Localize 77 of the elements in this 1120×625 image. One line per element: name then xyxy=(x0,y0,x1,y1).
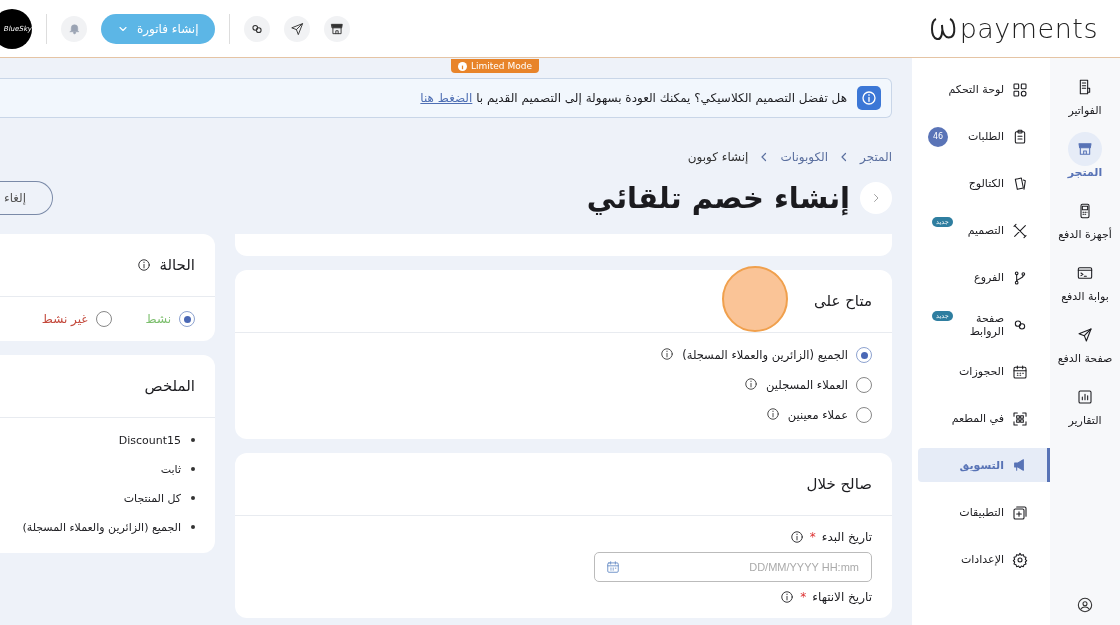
store-button[interactable] xyxy=(323,15,350,42)
account-icon xyxy=(1077,597,1093,613)
click-here-link[interactable]: الضغط هنا xyxy=(420,91,473,105)
sidebar-item[interactable]: التطبيقات xyxy=(918,489,1050,536)
breadcrumb-link[interactable]: المتجر xyxy=(860,150,892,164)
info-icon xyxy=(765,406,780,421)
link-button[interactable] xyxy=(243,15,270,42)
bullet xyxy=(191,438,195,442)
rail-item[interactable]: أجهزة الدفع xyxy=(1058,194,1112,256)
info-icon xyxy=(780,590,795,604)
info-icon xyxy=(744,376,759,391)
calendar-icon xyxy=(606,560,620,574)
sidebar-item[interactable]: الكتالوج xyxy=(918,160,1050,207)
send-icon xyxy=(1077,327,1093,343)
store-icon xyxy=(1077,141,1093,157)
required-mark: * xyxy=(800,590,807,604)
clipboard-icon xyxy=(1012,128,1028,145)
bell-icon xyxy=(67,22,81,35)
summary-item: ثابت xyxy=(160,462,181,476)
book-icon xyxy=(1012,175,1028,192)
section-title: الحالة xyxy=(159,256,195,274)
banner-text: هل تفضل التصميم الكلاسيكي؟ يمكنك العودة بسهولة إلى التصميم القديم با الضغط هنا xyxy=(420,91,847,105)
radio-button[interactable] xyxy=(856,347,872,363)
radio-button[interactable] xyxy=(179,311,195,327)
bar-chart-icon xyxy=(1077,389,1093,405)
section-title: صالح خلال xyxy=(806,475,872,493)
store-icon xyxy=(329,21,344,36)
sidebar-item[interactable]: الفروع xyxy=(918,254,1050,301)
breadcrumb-link[interactable]: الكوبونات xyxy=(780,150,829,164)
calendar-icon xyxy=(1012,363,1028,380)
option-label: العملاء المسجلين xyxy=(766,378,848,392)
field-label: تاريخ الانتهاء xyxy=(812,590,872,604)
radio-button[interactable] xyxy=(856,407,872,423)
bullet xyxy=(191,467,195,471)
settings-icon xyxy=(1012,551,1028,568)
sidebar-item[interactable]: التسويق xyxy=(918,448,1050,482)
send-icon xyxy=(289,21,304,36)
dashboard-icon xyxy=(1012,81,1028,98)
receipt-icon xyxy=(1077,79,1093,95)
sidebar-item[interactable]: في المطعم xyxy=(918,395,1050,442)
summary-item: Discount15 xyxy=(118,433,181,447)
limited-mode-badge: Limited Mode xyxy=(451,59,539,73)
rail-item[interactable]: التقارير xyxy=(1068,380,1102,442)
bullet xyxy=(191,525,195,529)
rail-item[interactable]: صفحة الدفع xyxy=(1057,318,1113,380)
terminal-window-icon xyxy=(1077,265,1093,281)
field-label: تاريخ البدء xyxy=(821,530,872,544)
summary-item: الجميع (الزائرين والعملاء المسجلة) xyxy=(22,520,181,534)
date-input-field[interactable]: DD/MM/YYYY HH:mm xyxy=(594,552,872,582)
bullet xyxy=(191,496,195,500)
info-icon xyxy=(660,346,675,361)
logo-text: payments xyxy=(959,13,1098,44)
page-title: إنشاء خصم تلقائي xyxy=(586,181,850,215)
info-icon xyxy=(137,258,152,272)
section-title: متاح على xyxy=(814,292,872,310)
qr-scan-icon xyxy=(1012,410,1028,427)
breadcrumb-link[interactable]: إنشاء كوبون xyxy=(687,150,749,164)
info-icon xyxy=(789,530,804,544)
option-label: نشط xyxy=(145,312,171,326)
radio-button[interactable] xyxy=(856,377,872,393)
option-label: غير نشط xyxy=(41,312,88,326)
branch-icon xyxy=(1012,269,1028,286)
sidebar-item[interactable]: لوحة التحكم xyxy=(918,66,1050,113)
count-badge: 46 xyxy=(928,126,948,147)
rail-item[interactable]: الفواتير xyxy=(1068,70,1102,132)
sidebar-item[interactable]: الإعدادات xyxy=(918,536,1050,583)
section-title: الملخص xyxy=(144,377,195,395)
rail-item[interactable]: بوابة الدفع xyxy=(1061,256,1109,318)
required-mark: * xyxy=(809,530,816,544)
radio-button[interactable] xyxy=(95,311,112,327)
option-label: الجميع (الزائرين والعملاء المسجلة) xyxy=(682,348,848,362)
option-label: عملاء معينين xyxy=(787,408,848,422)
summary-item: كل المنتجات xyxy=(123,491,181,505)
pos-device-icon xyxy=(1077,203,1093,219)
send-button[interactable] xyxy=(283,15,310,42)
sidebar-item[interactable]: الحجوزات xyxy=(918,348,1050,395)
apps-icon xyxy=(1012,504,1028,521)
